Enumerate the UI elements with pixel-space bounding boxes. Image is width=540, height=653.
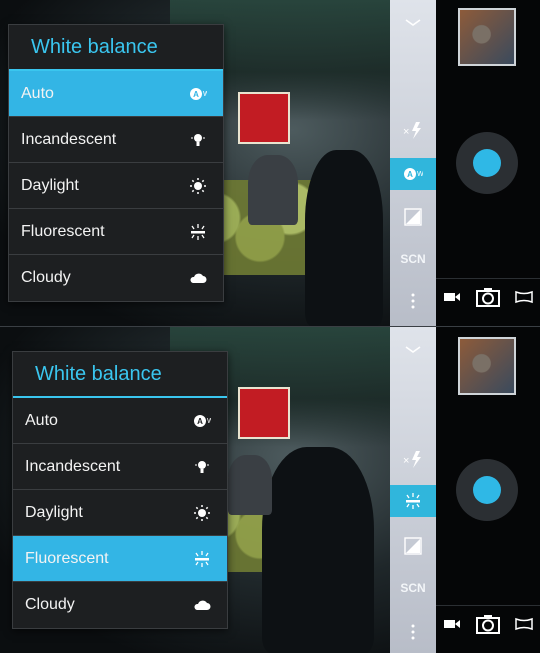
video-mode-icon[interactable] [443,617,461,635]
white-balance-button[interactable] [390,485,436,517]
svg-text:W: W [203,91,207,98]
svg-text:×: × [403,126,409,138]
scene-mode-button[interactable]: SCN [390,244,436,274]
cloudy-icon [187,267,209,289]
menu-title: White balance [13,352,227,398]
flash-off-icon[interactable]: × [390,441,436,477]
fluorescent-icon [187,221,209,243]
flash-off-icon[interactable]: × [390,112,436,148]
more-options-icon[interactable] [390,286,436,316]
option-label: Auto [25,411,58,429]
wb-option-fluorescent[interactable]: Fluorescent [13,536,227,582]
price-sign [238,387,290,439]
panorama-mode-icon[interactable] [514,617,533,636]
svg-text:A: A [407,170,413,179]
exposure-icon[interactable] [390,529,436,563]
price-sign [238,92,290,144]
vendor-figure [228,455,272,515]
video-mode-icon[interactable] [443,290,461,308]
option-label: Incandescent [21,130,117,148]
white-balance-button[interactable]: AW [390,158,436,190]
option-label: Cloudy [21,269,71,286]
right-control-panel [436,327,540,653]
white-balance-menu: White balance Auto AW Incandescent Dayli… [8,24,224,302]
shutter-icon [473,149,501,177]
panorama-mode-icon[interactable] [514,290,533,309]
shutter-button[interactable] [456,459,518,521]
shutter-button[interactable] [456,132,518,194]
last-photo-thumbnail[interactable] [458,8,516,66]
svg-text:×: × [403,455,409,467]
option-label: Cloudy [25,596,75,613]
auto-wb-icon: AW [191,410,213,432]
wb-option-incandescent[interactable]: Incandescent [9,117,223,163]
svg-text:A: A [197,417,203,426]
auto-wb-icon: AW [187,83,209,105]
camera-screen-fluorescent: White balance Auto AW Incandescent Dayli… [0,326,540,653]
camera-mode-icon[interactable] [475,287,500,312]
wb-option-daylight[interactable]: Daylight [9,163,223,209]
wb-option-daylight[interactable]: Daylight [13,490,227,536]
wb-option-auto[interactable]: Auto AW [13,398,227,444]
chevron-down-icon[interactable] [390,8,436,38]
option-label: Incandescent [25,457,121,475]
right-control-panel [436,0,540,326]
chevron-down-icon[interactable] [390,335,436,365]
wb-option-cloudy[interactable]: Cloudy [13,582,227,628]
option-label: Fluorescent [21,222,105,240]
menu-title: White balance [9,25,223,71]
camera-controls-strip: × AW SCN [390,0,436,326]
fluorescent-icon [191,548,213,570]
more-options-icon[interactable] [390,617,436,647]
svg-text:A: A [193,90,199,99]
camera-mode-icon[interactable] [475,614,500,639]
shutter-icon [473,476,501,504]
wb-option-incandescent[interactable]: Incandescent [13,444,227,490]
option-label: Fluorescent [25,549,109,567]
daylight-icon [187,175,209,197]
shopper-figure [305,150,383,326]
wb-option-cloudy[interactable]: Cloudy [9,255,223,301]
daylight-icon [191,502,213,524]
option-label: Auto [21,84,54,102]
incandescent-icon [187,129,209,151]
svg-text:W: W [417,171,423,178]
vendor-figure [248,155,298,225]
scene-mode-button[interactable]: SCN [390,573,436,603]
cloudy-icon [191,594,213,616]
mode-switcher [436,605,540,646]
exposure-icon[interactable] [390,200,436,234]
shopper-figure [262,447,374,653]
incandescent-icon [191,456,213,478]
wb-option-fluorescent[interactable]: Fluorescent [9,209,223,255]
mode-switcher [436,278,540,319]
white-balance-menu: White balance Auto AW Incandescent Dayli… [12,351,228,629]
option-label: Daylight [21,176,79,194]
option-label: Daylight [25,503,83,521]
wb-option-auto[interactable]: Auto AW [9,71,223,117]
camera-controls-strip: × SCN [390,327,436,653]
last-photo-thumbnail[interactable] [458,337,516,395]
camera-screen-auto: White balance Auto AW Incandescent Dayli… [0,0,540,326]
svg-text:W: W [207,418,211,425]
